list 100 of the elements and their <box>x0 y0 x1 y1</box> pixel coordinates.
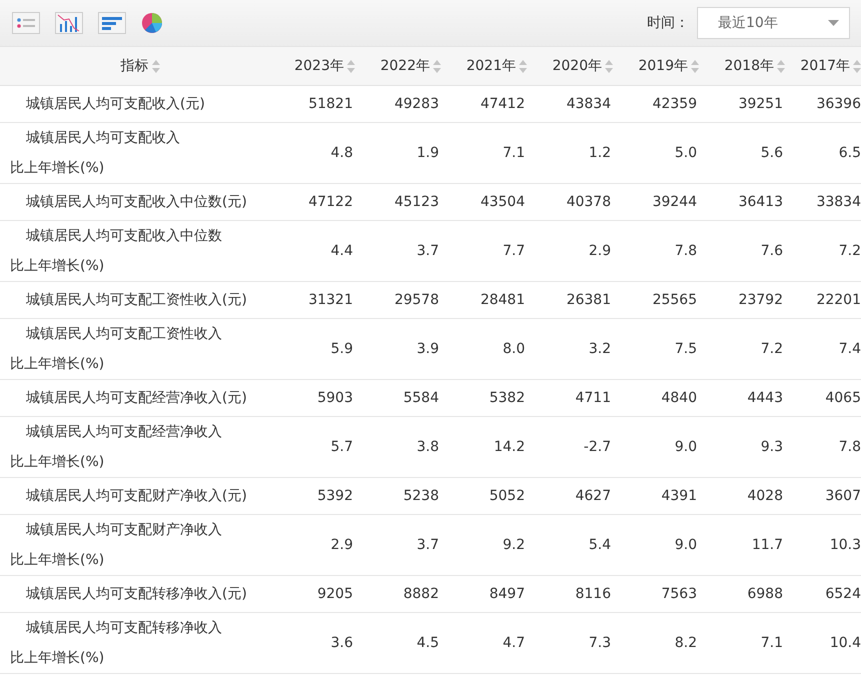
table-cell-text: 43504 <box>480 192 525 212</box>
table-cell-text: 4.7 <box>502 634 525 652</box>
sort-icon[interactable] <box>347 60 355 72</box>
table-cell-text: 51821 <box>308 94 353 114</box>
table-cell-text: -2.7 <box>584 438 611 456</box>
sort-icon[interactable] <box>433 60 441 72</box>
table-cell-text: 3.7 <box>416 242 439 260</box>
table-cell-text: 7.6 <box>760 242 783 260</box>
row-label: 城镇居民人均可支配经营净收入(元) <box>25 389 247 408</box>
table-cell-text: 28481 <box>480 290 525 310</box>
table-cell-text: 43834 <box>566 94 611 114</box>
table-cell-text: 7.5 <box>674 340 697 358</box>
table-cell-text: 6524 <box>825 584 861 604</box>
table-cell-text: 47412 <box>480 94 525 114</box>
sort-icon[interactable] <box>519 60 527 72</box>
table-cell-text: 25565 <box>652 290 697 310</box>
table-cell-text: 4.4 <box>330 242 353 260</box>
table-cell-text: 8.0 <box>502 340 525 358</box>
table-cell-text: 29578 <box>394 290 439 310</box>
time-label: 时间： <box>647 14 689 32</box>
row-label: 城镇居民人均可支配工资性收入 比上年增长(%) <box>10 325 222 374</box>
table-cell-text: 9.2 <box>502 536 525 554</box>
table-cell-text: 39251 <box>738 94 783 114</box>
table-cell-text: 7.2 <box>838 242 861 260</box>
row-label: 城镇居民人均可支配财产净收入 比上年增长(%) <box>10 521 222 570</box>
table-cell-text: 3607 <box>825 486 861 506</box>
sort-icon[interactable] <box>152 60 160 72</box>
table-cell-text: 42359 <box>652 94 697 114</box>
table-cell-text: 6988 <box>747 584 783 604</box>
table-cell-text: 7.1 <box>760 634 783 652</box>
table-cell-text: 4627 <box>575 486 611 506</box>
table-cell-text: 4.8 <box>330 144 353 162</box>
caret-icon <box>828 20 839 26</box>
table-cell-text: 5903 <box>317 388 353 408</box>
time-range-dropdown[interactable]: 最近10年 <box>697 7 850 39</box>
pie-chart-icon[interactable] <box>141 12 163 34</box>
table-cell-text: 5584 <box>403 388 439 408</box>
table-cell-text: 26381 <box>566 290 611 310</box>
column-header[interactable]: 2017年 <box>800 56 850 76</box>
table-cell-text: 7.3 <box>588 634 611 652</box>
table-cell-text: 10.3 <box>830 536 861 554</box>
chart-icon[interactable] <box>55 12 83 34</box>
table-cell-text: 45123 <box>394 192 439 212</box>
table-cell-text: 4443 <box>747 388 783 408</box>
table-cell-text: 6.5 <box>838 144 861 162</box>
table-cell-text: 7.7 <box>502 242 525 260</box>
table-cell-text: 9.0 <box>674 536 697 554</box>
row-label: 城镇居民人均可支配财产净收入(元) <box>25 487 247 506</box>
table-cell-text: 7.2 <box>760 340 783 358</box>
table-cell-text: 5.4 <box>588 536 611 554</box>
row-label: 城镇居民人均可支配收入中位数(元) <box>25 193 247 212</box>
table-cell-text: 36396 <box>816 94 861 114</box>
table-cell-text: 9.0 <box>674 438 697 456</box>
column-header[interactable]: 2020年 <box>552 56 602 76</box>
row-label: 城镇居民人均可支配转移净收入(元) <box>25 585 247 604</box>
table-cell-text: 49283 <box>394 94 439 114</box>
table-cell-text: 7563 <box>661 584 697 604</box>
table-cell-text: 4028 <box>747 486 783 506</box>
table-cell-text: 10.4 <box>830 634 861 652</box>
row-label: 城镇居民人均可支配经营净收入 比上年增长(%) <box>10 423 222 472</box>
table-cell-text: 4711 <box>575 388 611 408</box>
table-cell-text: 7.4 <box>838 340 861 358</box>
table-cell-text: 5.9 <box>330 340 353 358</box>
column-header[interactable]: 2019年 <box>638 56 688 76</box>
bar-chart-icon[interactable] <box>98 12 126 34</box>
table-cell-text: 8882 <box>403 584 439 604</box>
table-cell-text: 36413 <box>738 192 783 212</box>
table-cell-text: 14.2 <box>494 438 525 456</box>
column-header[interactable]: 指标 <box>120 56 148 76</box>
table-cell-text: 9.3 <box>760 438 783 456</box>
table-cell-text: 3.9 <box>416 340 439 358</box>
table-cell-text: 1.9 <box>416 144 439 162</box>
table-cell-text: 7.1 <box>502 144 525 162</box>
table-cell-text: 5.6 <box>760 144 783 162</box>
column-header[interactable]: 2022年 <box>380 56 430 76</box>
table-cell-text: 23792 <box>738 290 783 310</box>
table-cell-text: 40378 <box>566 192 611 212</box>
sort-icon[interactable] <box>853 60 861 72</box>
table-cell-text: 31321 <box>308 290 353 310</box>
list-icon[interactable] <box>12 12 40 34</box>
table-cell-text: 4391 <box>661 486 697 506</box>
table-cell-text: 8.2 <box>674 634 697 652</box>
table-cell-text: 3.2 <box>588 340 611 358</box>
row-label: 城镇居民人均可支配转移净收入 比上年增长(%) <box>10 619 222 668</box>
row-label: 城镇居民人均可支配收入中位数 比上年增长(%) <box>10 227 222 276</box>
column-header[interactable]: 2021年 <box>466 56 516 76</box>
sort-icon[interactable] <box>605 60 613 72</box>
sort-icon[interactable] <box>691 60 699 72</box>
table-cell-text: 8497 <box>489 584 525 604</box>
column-header[interactable]: 2018年 <box>724 56 774 76</box>
column-header[interactable]: 2023年 <box>294 56 344 76</box>
table-cell-text: 5392 <box>317 486 353 506</box>
sort-icon[interactable] <box>777 60 785 72</box>
table-cell-text: 22201 <box>816 290 861 310</box>
table-cell-text: 9205 <box>317 584 353 604</box>
table-cell-text: 5052 <box>489 486 525 506</box>
table-cell-text: 5382 <box>489 388 525 408</box>
table-cell-text: 39244 <box>652 192 697 212</box>
table-cell-text: 4840 <box>661 388 697 408</box>
row-label: 城镇居民人均可支配收入 比上年增长(%) <box>10 129 180 178</box>
